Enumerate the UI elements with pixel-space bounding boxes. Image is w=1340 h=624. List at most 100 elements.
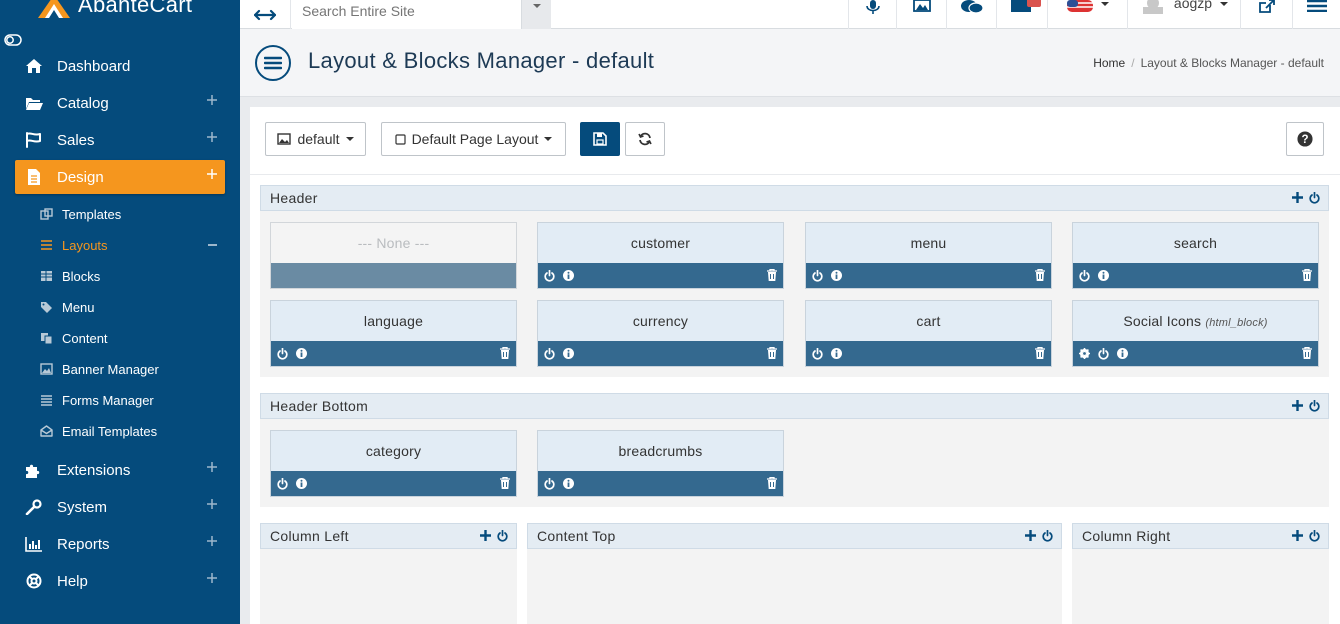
sidebar-subitem-content[interactable]: Content (40, 326, 108, 350)
block-social-icons[interactable]: Social Icons (html_block) (1072, 300, 1319, 367)
trash-icon[interactable] (1035, 269, 1045, 281)
block-category[interactable]: category (270, 430, 517, 497)
info-icon[interactable] (831, 270, 842, 281)
power-icon[interactable] (544, 269, 555, 282)
block-currency[interactable]: currency (537, 300, 784, 367)
save-button[interactable] (580, 122, 620, 156)
breadcrumb-home-link[interactable]: Home (1093, 56, 1125, 70)
sidebar-subitem-banner-manager[interactable]: Banner Manager (40, 357, 159, 381)
block-breadcrumbs[interactable]: breadcrumbs (537, 430, 784, 497)
sidebar-item-sales[interactable]: Sales (15, 123, 225, 157)
expand-plus-icon[interactable] (207, 462, 217, 472)
expand-plus-icon[interactable] (207, 132, 217, 142)
sidebar-item-system[interactable]: System (15, 490, 225, 524)
expand-plus-icon[interactable] (207, 536, 217, 546)
info-icon[interactable] (563, 270, 574, 281)
power-icon[interactable] (1309, 400, 1320, 412)
add-block-icon[interactable] (1292, 400, 1303, 411)
trash-icon[interactable] (767, 347, 777, 359)
logo[interactable]: AbanteCart (36, 0, 192, 20)
power-icon[interactable] (277, 347, 288, 360)
block-toolbar (271, 471, 516, 496)
block-search[interactable]: search (1072, 222, 1319, 289)
list-icon (41, 240, 52, 250)
list-alt-icon (41, 395, 52, 406)
info-icon[interactable] (1098, 270, 1109, 281)
trash-icon[interactable] (1302, 269, 1312, 281)
power-icon[interactable] (277, 477, 288, 490)
block-menu[interactable]: menu (805, 222, 1052, 289)
info-icon[interactable] (563, 348, 574, 359)
trash-icon[interactable] (767, 269, 777, 281)
expand-plus-icon[interactable] (207, 169, 217, 179)
info-icon[interactable] (1117, 348, 1128, 359)
info-icon[interactable] (296, 478, 307, 489)
breadcrumb: Home / Layout & Blocks Manager - default (1093, 56, 1324, 70)
user-menu[interactable]: aogzp (1127, 0, 1240, 29)
sidebar-item-extensions[interactable]: Extensions (15, 453, 225, 487)
expand-plus-icon[interactable] (207, 499, 217, 509)
add-block-icon[interactable] (1292, 530, 1303, 541)
power-icon[interactable] (1042, 530, 1053, 542)
sidebar-subitem-forms-manager[interactable]: Forms Manager (40, 388, 154, 412)
power-icon[interactable] (1098, 347, 1109, 360)
expand-plus-icon[interactable] (207, 95, 217, 105)
sidebar: AbanteCart Dashboard Catalog Sales Desig… (0, 0, 240, 624)
sidebar-subitem-blocks[interactable]: Blocks (40, 264, 100, 288)
language-select[interactable] (1047, 0, 1127, 29)
power-icon[interactable] (812, 347, 823, 360)
template-select[interactable]: default (265, 122, 366, 156)
sidebar-item-help[interactable]: Help (15, 564, 225, 598)
power-icon[interactable] (1309, 530, 1320, 542)
voice-button[interactable] (848, 0, 896, 29)
block-customer[interactable]: customer (537, 222, 784, 289)
gear-icon[interactable] (1079, 348, 1090, 359)
trash-icon[interactable] (1302, 347, 1312, 359)
trash-icon[interactable] (767, 477, 777, 489)
right-panel-toggle-button[interactable] (1292, 0, 1340, 29)
add-block-icon[interactable] (1292, 192, 1303, 203)
sidebar-item-dashboard[interactable]: Dashboard (15, 49, 225, 83)
add-block-icon[interactable] (1025, 530, 1036, 541)
sidebar-item-catalog[interactable]: Catalog (15, 86, 225, 120)
page-layout-select[interactable]: Default Page Layout (381, 122, 566, 156)
chevron-down-icon (345, 137, 354, 141)
us-flag-icon (1066, 0, 1093, 12)
power-icon[interactable] (812, 269, 823, 282)
info-icon[interactable] (563, 478, 574, 489)
messages-button[interactable] (946, 0, 996, 29)
storefront-link-button[interactable] (1240, 0, 1292, 29)
block-slot-empty[interactable]: --- None --- (270, 222, 517, 289)
info-icon[interactable] (831, 348, 842, 359)
sidebar-subitem-layouts[interactable]: Layouts (40, 233, 217, 257)
sidebar-subitem-menu[interactable]: Menu (40, 295, 95, 319)
expand-plus-icon[interactable] (207, 573, 217, 583)
power-icon[interactable] (544, 347, 555, 360)
media-button[interactable] (896, 0, 946, 29)
sidebar-item-design[interactable]: Design (15, 160, 225, 194)
collapse-minus-icon[interactable] (208, 244, 217, 246)
help-button[interactable]: ? (1286, 122, 1324, 156)
page-header: Layout & Blocks Manager - default Home /… (240, 29, 1340, 97)
trash-icon[interactable] (1035, 347, 1045, 359)
expand-width-button[interactable] (240, 0, 291, 29)
power-icon[interactable] (497, 530, 508, 542)
sidebar-subitem-templates[interactable]: Templates (40, 202, 121, 226)
power-icon[interactable] (544, 477, 555, 490)
notifications-button[interactable] (996, 0, 1047, 29)
add-block-icon[interactable] (480, 530, 491, 541)
sidebar-subitem-email-templates[interactable]: Email Templates (40, 419, 157, 443)
block-cart[interactable]: cart (805, 300, 1052, 367)
power-icon[interactable] (1079, 269, 1090, 282)
sidebar-item-reports[interactable]: Reports (15, 527, 225, 561)
search-input[interactable] (292, 0, 522, 29)
info-icon[interactable] (296, 348, 307, 359)
trash-icon[interactable] (500, 347, 510, 359)
block-language[interactable]: language (270, 300, 517, 367)
sidebar-toggle-icon[interactable] (4, 34, 22, 46)
reset-button[interactable] (625, 122, 665, 156)
trash-icon[interactable] (500, 477, 510, 489)
page-menu-button[interactable] (255, 45, 291, 81)
search-dropdown-button[interactable] (521, 0, 551, 29)
power-icon[interactable] (1309, 192, 1320, 204)
